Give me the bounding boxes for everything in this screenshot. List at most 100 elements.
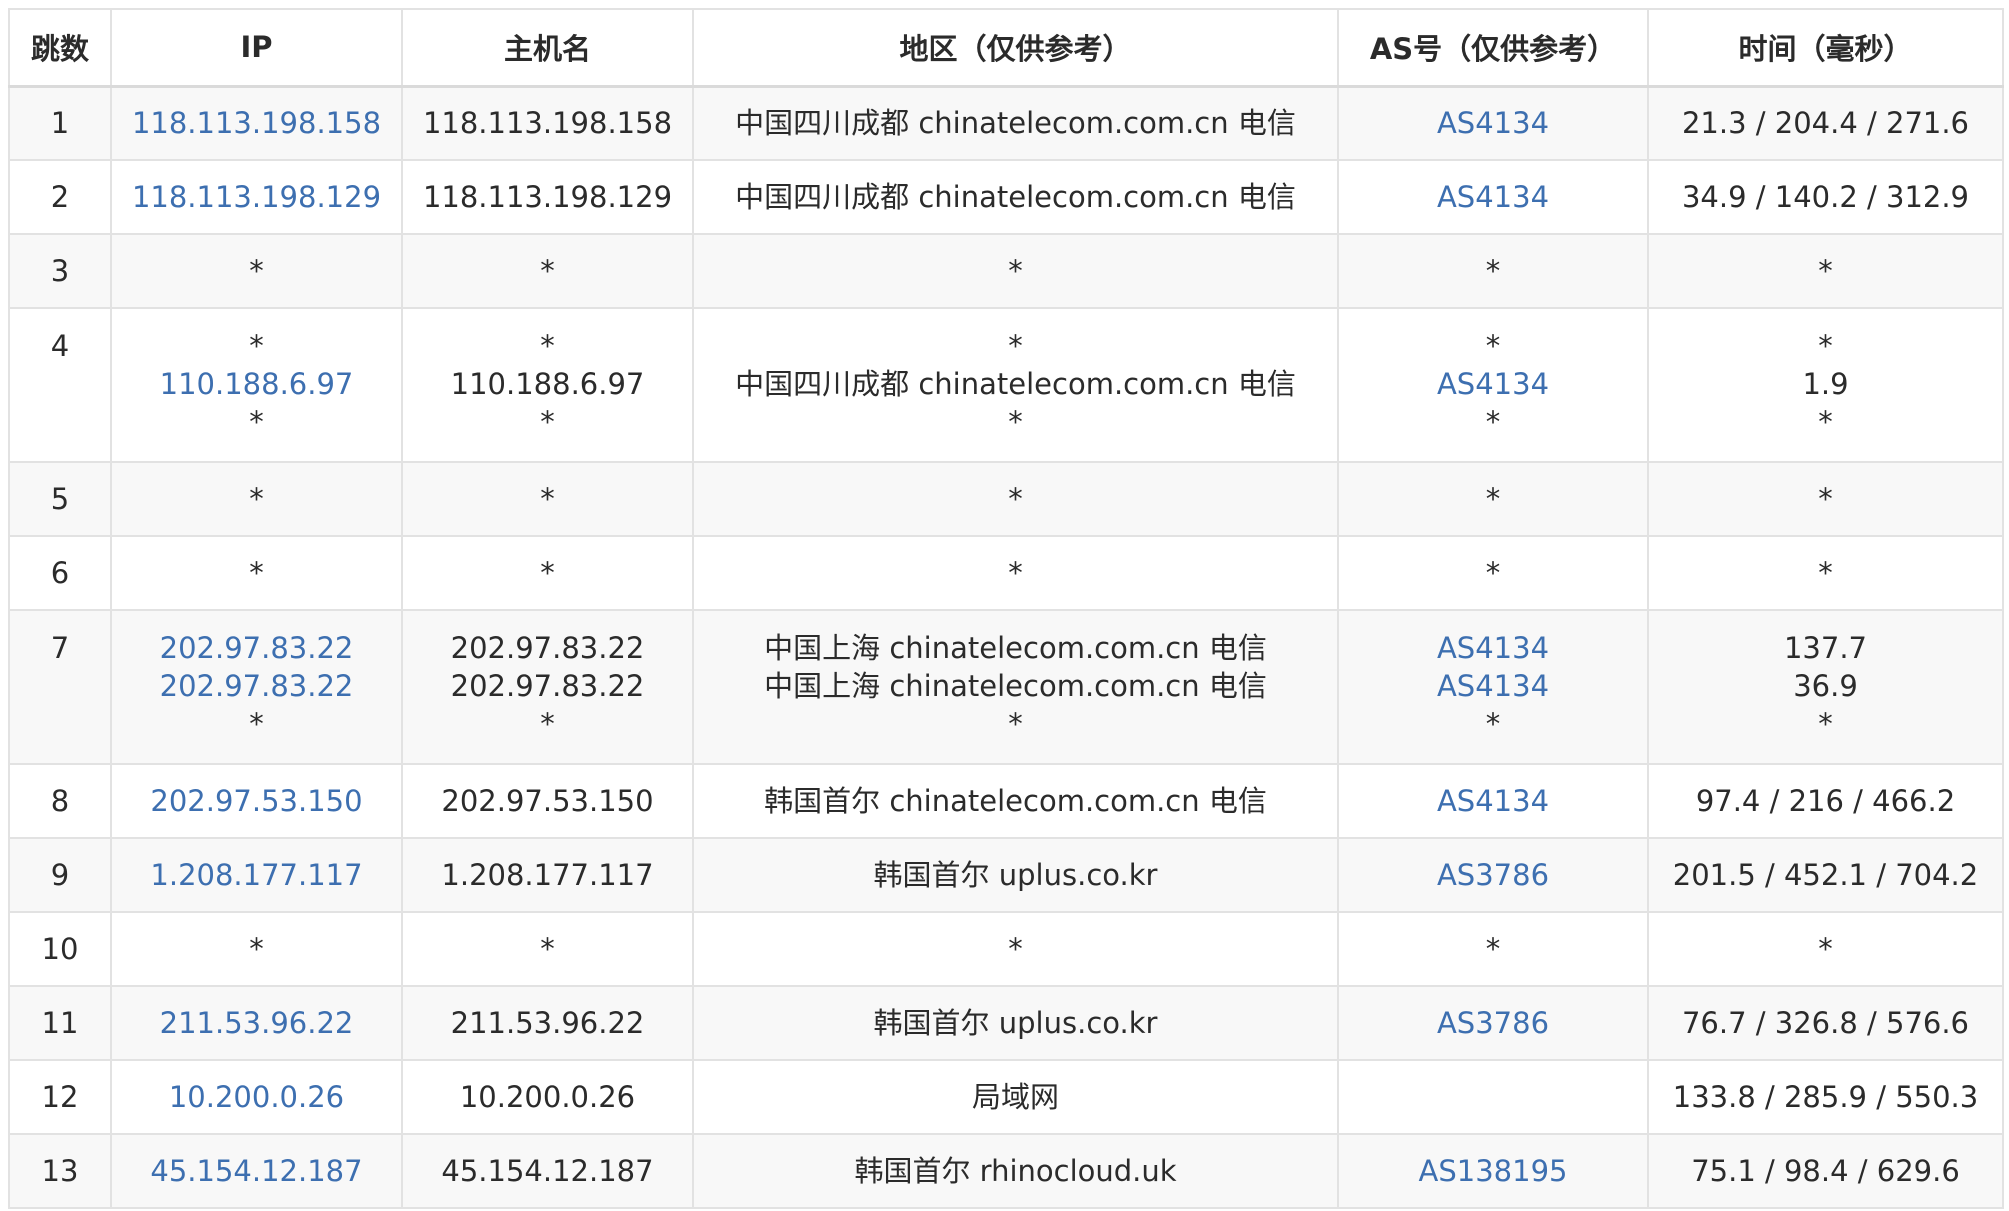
as-link[interactable]: AS3786	[1339, 856, 1647, 894]
hostname-value: 1.208.177.117	[441, 858, 654, 892]
region-value: 中国四川成都 chinatelecom.com.cn 电信	[735, 180, 1296, 214]
table-row: 7 202.97.83.22 202.97.83.22 * 202.97.83.22 20…	[8, 609, 2004, 765]
timeout-marker: *	[540, 556, 555, 590]
table-row: 4 * 110.188.6.97 * * 110.188.6.97 * * 中国四川成都 chi…	[8, 307, 2004, 463]
hostname-cell: 118.113.198.129	[401, 159, 694, 235]
ip-cell: 1.208.177.117	[110, 837, 403, 913]
hop-number: 9	[50, 858, 70, 892]
table-row: 6 * * * * *	[8, 535, 2004, 611]
column-header-as: AS号（仅供参考）	[1337, 8, 1649, 88]
region-cell: *	[692, 911, 1339, 987]
hostname-value: 110.188.6.97	[450, 367, 645, 401]
timeout-marker: *	[540, 482, 555, 516]
hostname-cell: *	[401, 233, 694, 309]
time-value: 201.5 / 452.1 / 704.2	[1672, 858, 1979, 892]
hostname-cell: 202.97.83.22 202.97.83.22 *	[401, 609, 694, 765]
header-row: 跳数 IP 主机名 地区（仅供参考） AS号（仅供参考） 时间（毫秒）	[8, 8, 2004, 88]
hostname-value: 45.154.12.187	[441, 1154, 654, 1188]
column-header-hostname: 主机名	[401, 8, 694, 88]
as-cell: * AS4134 *	[1337, 307, 1649, 463]
ip-link[interactable]: 10.200.0.26	[112, 1078, 401, 1116]
table-row: 8 202.97.53.150 202.97.53.150 韩国首尔 chinatel…	[8, 763, 2004, 839]
ip-link[interactable]: 202.97.83.22	[112, 667, 401, 705]
timeout-marker: *	[540, 329, 555, 363]
timeout-marker: *	[540, 932, 555, 966]
hostname-cell: 202.97.53.150	[401, 763, 694, 839]
time-value: 137.7	[1783, 631, 1868, 665]
hop-number: 7	[50, 631, 70, 665]
hostname-cell: 45.154.12.187	[401, 1133, 694, 1209]
region-value: 韩国首尔 uplus.co.kr	[873, 1006, 1158, 1040]
hostname-cell: 211.53.96.22	[401, 985, 694, 1061]
hop-number: 5	[50, 482, 70, 516]
as-cell: AS4134	[1337, 159, 1649, 235]
region-cell: 中国四川成都 chinatelecom.com.cn 电信	[692, 85, 1339, 161]
ip-cell: *	[110, 535, 403, 611]
region-value: 韩国首尔 rhinocloud.uk	[854, 1154, 1177, 1188]
ip-link[interactable]: 202.97.53.150	[112, 782, 401, 820]
hop-number: 2	[50, 180, 70, 214]
ip-link[interactable]: 118.113.198.129	[112, 178, 401, 216]
ip-link[interactable]: 110.188.6.97	[112, 365, 401, 403]
time-value: 1.9	[1802, 367, 1849, 401]
timeout-marker: *	[249, 254, 264, 288]
as-link[interactable]: AS4134	[1339, 667, 1647, 705]
hop-cell: 8	[8, 763, 112, 839]
region-cell: 局域网	[692, 1059, 1339, 1135]
region-value: 韩国首尔 uplus.co.kr	[873, 858, 1158, 892]
time-cell: 21.3 / 204.4 / 271.6	[1647, 85, 2004, 161]
as-link[interactable]: AS4134	[1339, 104, 1647, 142]
timeout-marker: *	[1818, 329, 1833, 363]
timeout-marker: *	[249, 556, 264, 590]
hop-cell: 11	[8, 985, 112, 1061]
hop-number: 11	[41, 1006, 79, 1040]
as-link[interactable]: AS4134	[1339, 629, 1647, 667]
timeout-marker: *	[1818, 482, 1833, 516]
hop-cell: 10	[8, 911, 112, 987]
region-value: 中国四川成都 chinatelecom.com.cn 电信	[735, 367, 1296, 401]
hostname-value: 10.200.0.26	[459, 1080, 636, 1114]
traceroute-table-container: 跳数 IP 主机名 地区（仅供参考） AS号（仅供参考） 时间（毫秒） 1 118…	[8, 8, 2004, 1209]
time-value: 76.7 / 326.8 / 576.6	[1681, 1006, 1970, 1040]
hostname-cell: *	[401, 535, 694, 611]
ip-link[interactable]: 45.154.12.187	[112, 1152, 401, 1190]
ip-link[interactable]: 211.53.96.22	[112, 1004, 401, 1042]
as-cell: AS3786	[1337, 837, 1649, 913]
timeout-marker: *	[540, 254, 555, 288]
timeout-marker: *	[249, 707, 264, 741]
time-cell: 76.7 / 326.8 / 576.6	[1647, 985, 2004, 1061]
as-link[interactable]: AS3786	[1339, 1004, 1647, 1042]
ip-cell: *	[110, 233, 403, 309]
hostname-value: 211.53.96.22	[450, 1006, 645, 1040]
as-link[interactable]: AS4134	[1339, 782, 1647, 820]
timeout-marker: *	[1008, 254, 1023, 288]
time-cell: 75.1 / 98.4 / 629.6	[1647, 1133, 2004, 1209]
hop-number: 4	[50, 329, 70, 363]
timeout-marker: *	[540, 707, 555, 741]
traceroute-table: 跳数 IP 主机名 地区（仅供参考） AS号（仅供参考） 时间（毫秒） 1 118…	[8, 8, 2004, 1209]
table-row: 13 45.154.12.187 45.154.12.187 韩国首尔 rhinocl…	[8, 1133, 2004, 1209]
time-value: 34.9 / 140.2 / 312.9	[1681, 180, 1970, 214]
hostname-value: 202.97.53.150	[441, 784, 654, 818]
ip-cell: *	[110, 461, 403, 537]
as-link[interactable]: AS138195	[1339, 1152, 1647, 1190]
as-cell: *	[1337, 233, 1649, 309]
hostname-value: 202.97.83.22	[450, 631, 645, 665]
timeout-marker: *	[1485, 707, 1501, 741]
region-cell: 韩国首尔 uplus.co.kr	[692, 837, 1339, 913]
as-link[interactable]: AS4134	[1339, 365, 1647, 403]
ip-link[interactable]: 118.113.198.158	[112, 104, 401, 142]
ip-link[interactable]: 202.97.83.22	[112, 629, 401, 667]
hop-number: 10	[41, 932, 79, 966]
timeout-marker: *	[1008, 482, 1023, 516]
hostname-value: 202.97.83.22	[450, 669, 645, 703]
region-cell: 中国四川成都 chinatelecom.com.cn 电信	[692, 159, 1339, 235]
ip-cell: 10.200.0.26	[110, 1059, 403, 1135]
timeout-marker: *	[540, 405, 555, 439]
timeout-marker: *	[1485, 932, 1501, 966]
timeout-marker: *	[249, 329, 264, 363]
ip-link[interactable]: 1.208.177.117	[112, 856, 401, 894]
as-link[interactable]: AS4134	[1339, 178, 1647, 216]
timeout-marker: *	[1818, 932, 1833, 966]
hop-number: 6	[50, 556, 70, 590]
